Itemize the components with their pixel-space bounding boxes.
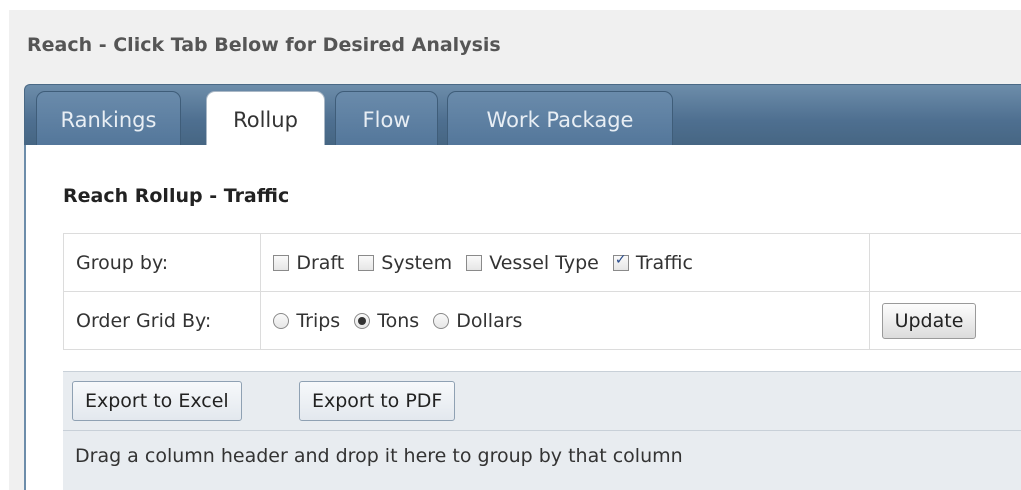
grid-toolbar: Export to Excel Export to PDF xyxy=(63,371,1021,431)
tab-content: Reach Rollup - Traffic Group by: Draft S… xyxy=(24,145,1021,490)
export-pdf-button[interactable]: Export to PDF xyxy=(299,381,456,421)
group-by-traffic[interactable]: Traffic xyxy=(612,252,693,274)
group-by-vessel-type[interactable]: Vessel Type xyxy=(466,252,599,274)
update-button[interactable]: Update xyxy=(881,302,977,339)
dollars-radio[interactable] xyxy=(433,312,450,329)
tab-flow[interactable]: Flow xyxy=(335,91,438,147)
order-by-options: Trips Tons Dollars xyxy=(260,291,870,350)
options-table: Group by: Draft System Vessel Type Traff… xyxy=(62,233,1021,350)
page-title: Reach - Click Tab Below for Desired Anal… xyxy=(27,34,501,56)
tons-radio[interactable] xyxy=(354,312,371,329)
group-by-draft[interactable]: Draft xyxy=(273,252,344,274)
group-drop-area[interactable]: Drag a column header and drop it here to… xyxy=(63,431,1021,490)
tab-label: Work Package xyxy=(486,107,634,132)
export-excel-button[interactable]: Export to Excel xyxy=(72,381,242,421)
tab-rollup[interactable]: Rollup xyxy=(206,91,325,148)
order-by-dollars[interactable]: Dollars xyxy=(433,310,522,332)
empty-cell xyxy=(868,233,1021,292)
tab-work-package[interactable]: Work Package xyxy=(447,91,673,147)
order-by-tons[interactable]: Tons xyxy=(354,310,419,332)
group-by-row: Group by: Draft System Vessel Type Traff… xyxy=(62,233,1021,292)
trips-radio[interactable] xyxy=(273,312,290,329)
order-by-row: Order Grid By: Trips Tons Dollars Update xyxy=(62,291,1021,350)
group-by-options: Draft System Vessel Type Traffic xyxy=(260,233,870,292)
tab-label: Flow xyxy=(362,107,411,132)
traffic-checkbox[interactable] xyxy=(612,252,629,271)
order-by-label: Order Grid By: xyxy=(62,291,262,350)
section-title: Reach Rollup - Traffic xyxy=(63,185,290,207)
group-by-system[interactable]: System xyxy=(358,252,452,274)
tab-label: Rankings xyxy=(60,107,157,132)
draft-checkbox[interactable] xyxy=(273,254,290,271)
update-cell: Update xyxy=(868,291,1021,350)
order-by-trips[interactable]: Trips xyxy=(273,310,340,332)
system-checkbox[interactable] xyxy=(358,254,375,271)
vessel-type-checkbox[interactable] xyxy=(466,254,483,271)
tab-rankings[interactable]: Rankings xyxy=(36,91,181,147)
group-by-label: Group by: xyxy=(62,233,262,292)
tab-label: Rollup xyxy=(233,108,298,132)
tab-strip: Rankings Rollup Flow Work Package xyxy=(24,84,1021,148)
